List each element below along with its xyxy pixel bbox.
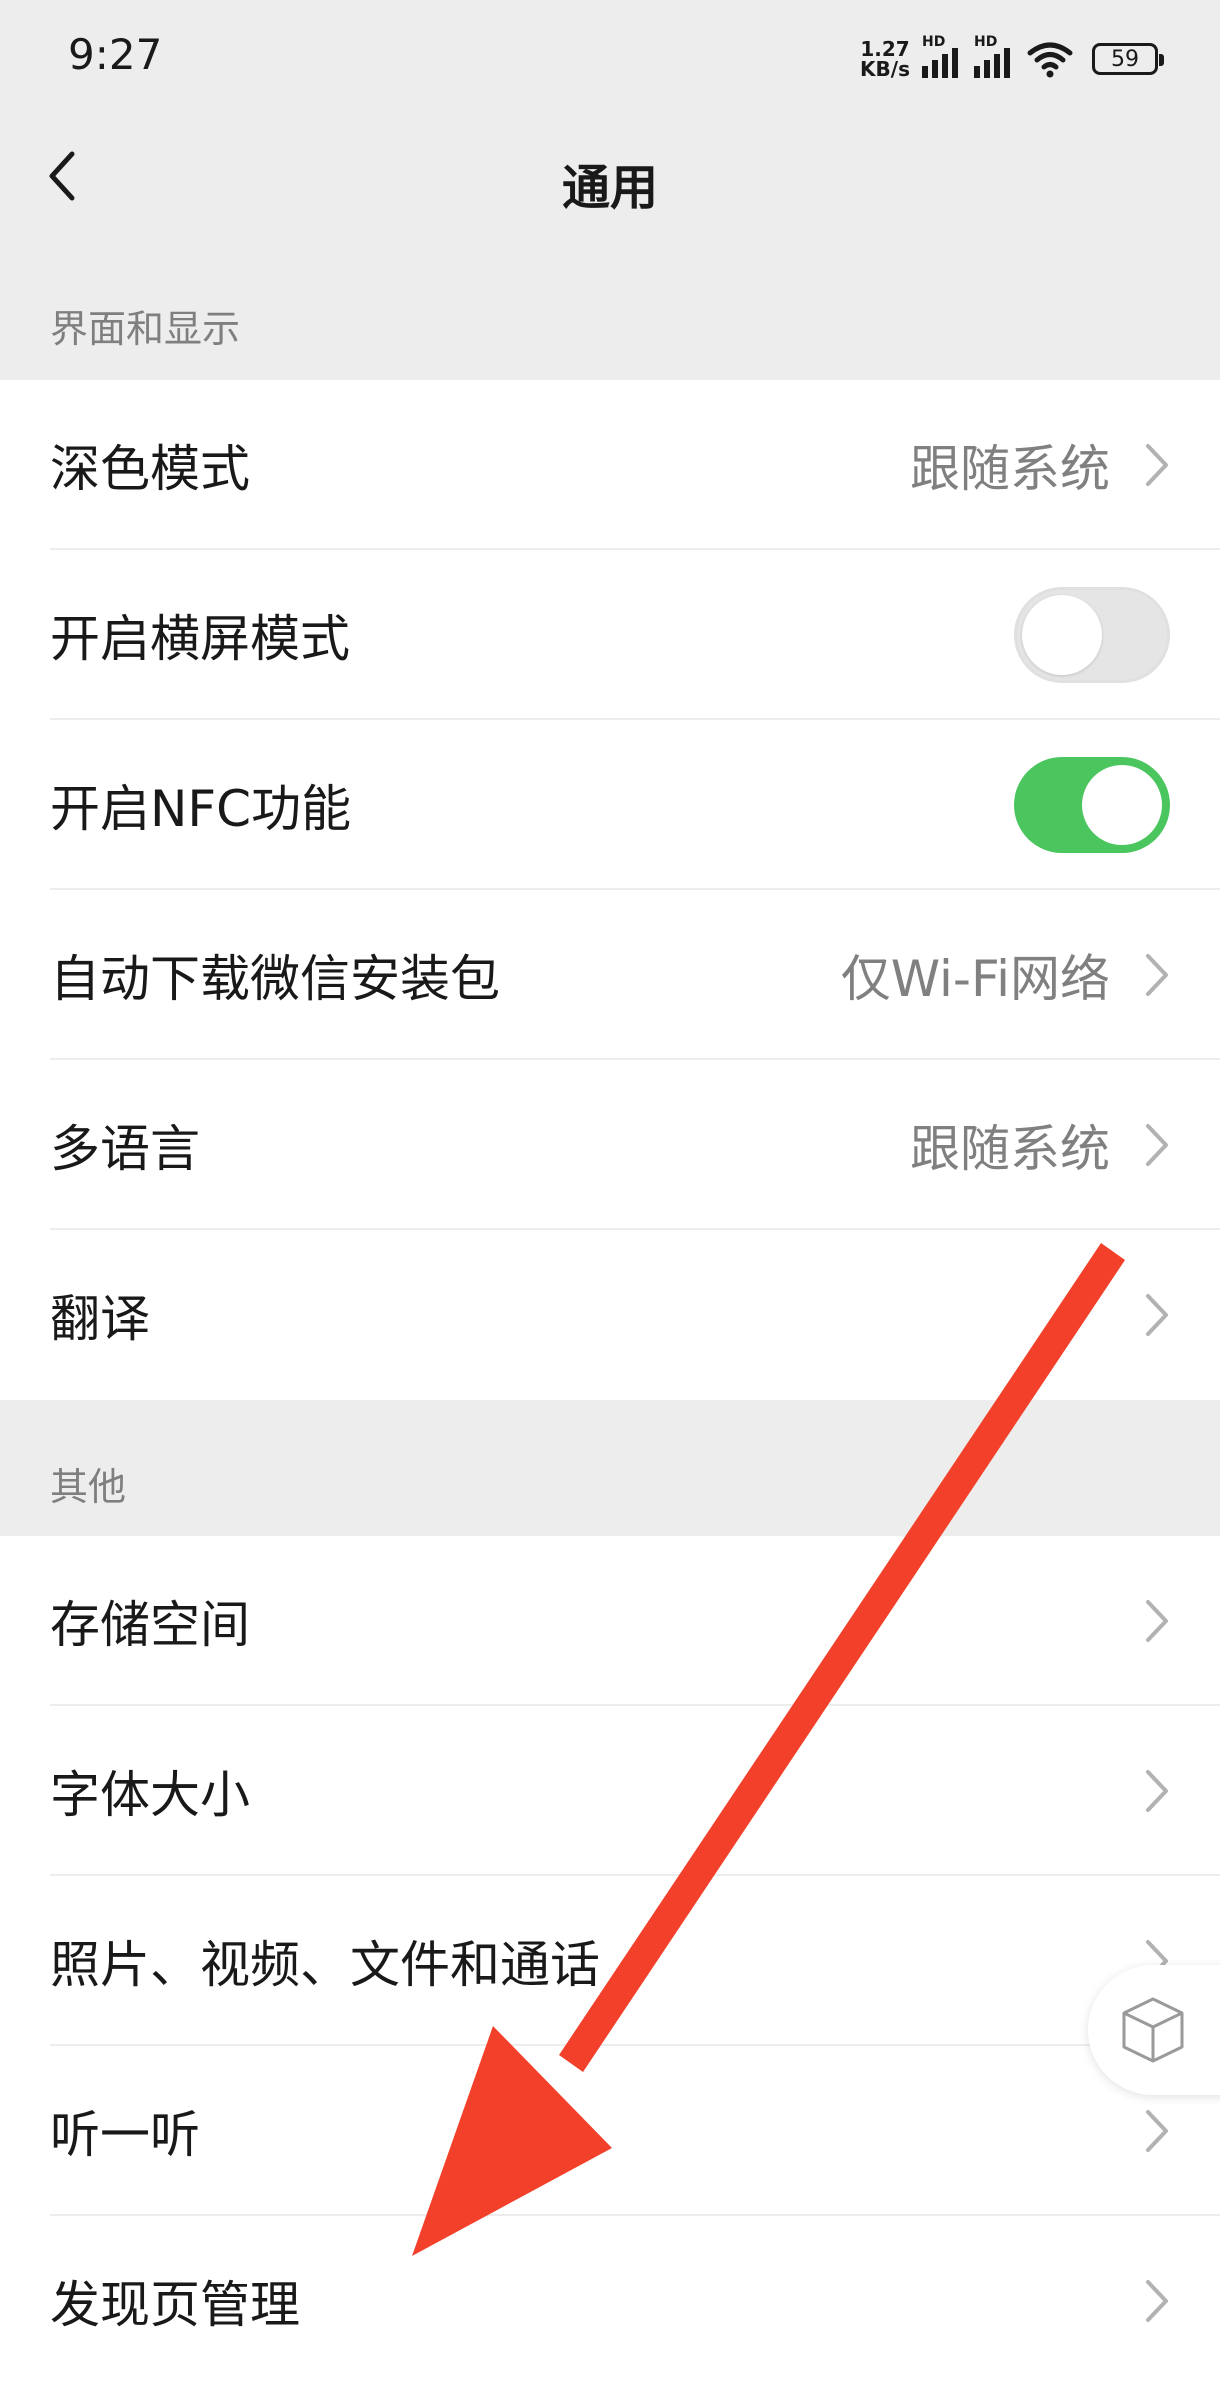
toggle-knob — [1082, 765, 1162, 845]
network-speed-value: 1.27 — [860, 37, 910, 61]
nav-bar: 通用 — [0, 120, 1220, 232]
status-bar: 9:27 1.27 KB/s HD HD 59 — [0, 0, 1220, 120]
floating-window-button[interactable] — [1088, 1965, 1220, 2095]
chevron-right-icon — [1146, 1770, 1168, 1812]
chevron-right-icon — [1146, 954, 1168, 996]
chevron-right-icon — [1146, 2110, 1168, 2152]
row-translate[interactable]: 翻译 — [0, 1230, 1220, 1400]
row-label: 开启横屏模式 — [50, 610, 350, 668]
row-label: 听一听 — [50, 2106, 200, 2164]
chevron-right-icon — [1146, 1294, 1168, 1336]
row-landscape-mode: 开启横屏模式 — [0, 550, 1220, 720]
signal-icon-sim2: HD — [974, 34, 1014, 78]
settings-group-other: 存储空间 字体大小 照片、视频、文件和通话 听一听 发现页管理 — [0, 1536, 1220, 2386]
row-discover-management[interactable]: 发现页管理 — [0, 2216, 1220, 2386]
row-label: 翻译 — [50, 1290, 150, 1348]
row-label: 深色模式 — [50, 440, 250, 498]
row-listen[interactable]: 听一听 — [0, 2046, 1220, 2216]
cube-icon — [1122, 1997, 1184, 2063]
row-storage[interactable]: 存储空间 — [0, 1536, 1220, 1706]
row-value: 仅Wi-Fi网络 — [840, 950, 1110, 1008]
row-label: 字体大小 — [50, 1766, 250, 1824]
row-label: 自动下载微信安装包 — [50, 950, 500, 1008]
row-label: 照片、视频、文件和通话 — [50, 1936, 600, 1994]
chevron-right-icon — [1146, 2280, 1168, 2322]
chevron-right-icon — [1146, 444, 1168, 486]
status-time: 9:27 — [68, 30, 163, 79]
row-value: 跟随系统 — [910, 1120, 1110, 1178]
nfc-toggle[interactable] — [1014, 757, 1170, 853]
chevron-right-icon — [1146, 1600, 1168, 1642]
row-dark-mode[interactable]: 深色模式 跟随系统 — [0, 380, 1220, 550]
row-label: 多语言 — [50, 1120, 200, 1178]
row-value: 跟随系统 — [910, 440, 1110, 498]
battery-level: 59 — [1111, 46, 1139, 72]
row-auto-download[interactable]: 自动下载微信安装包 仅Wi-Fi网络 — [0, 890, 1220, 1060]
section-header-other: 其他 — [50, 1465, 127, 1509]
row-nfc: 开启NFC功能 — [0, 720, 1220, 890]
network-speed: 1.27 KB/s — [860, 39, 910, 79]
row-label: 存储空间 — [50, 1596, 250, 1654]
battery-icon: 59 — [1092, 43, 1164, 75]
row-media[interactable]: 照片、视频、文件和通话 — [0, 1876, 1220, 2046]
row-language[interactable]: 多语言 跟随系统 — [0, 1060, 1220, 1230]
landscape-toggle[interactable] — [1014, 587, 1170, 683]
sim2-hd-label: HD — [974, 34, 998, 50]
settings-group-display: 深色模式 跟随系统 开启横屏模式 开启NFC功能 自动下载微信安装包 仅Wi-F… — [0, 380, 1220, 1400]
section-header-display: 界面和显示 — [50, 307, 241, 351]
row-font-size[interactable]: 字体大小 — [0, 1706, 1220, 1876]
sim1-hd-label: HD — [922, 34, 946, 50]
wifi-icon — [1027, 42, 1073, 78]
row-label: 开启NFC功能 — [50, 780, 352, 838]
network-speed-unit: KB/s — [860, 57, 910, 81]
page-title: 通用 — [561, 160, 658, 216]
signal-icon-sim1: HD — [922, 34, 962, 78]
chevron-right-icon — [1146, 1124, 1168, 1166]
toggle-knob — [1022, 595, 1102, 675]
row-label: 发现页管理 — [50, 2276, 300, 2334]
status-icons: 1.27 KB/s HD HD 59 — [860, 34, 1164, 84]
